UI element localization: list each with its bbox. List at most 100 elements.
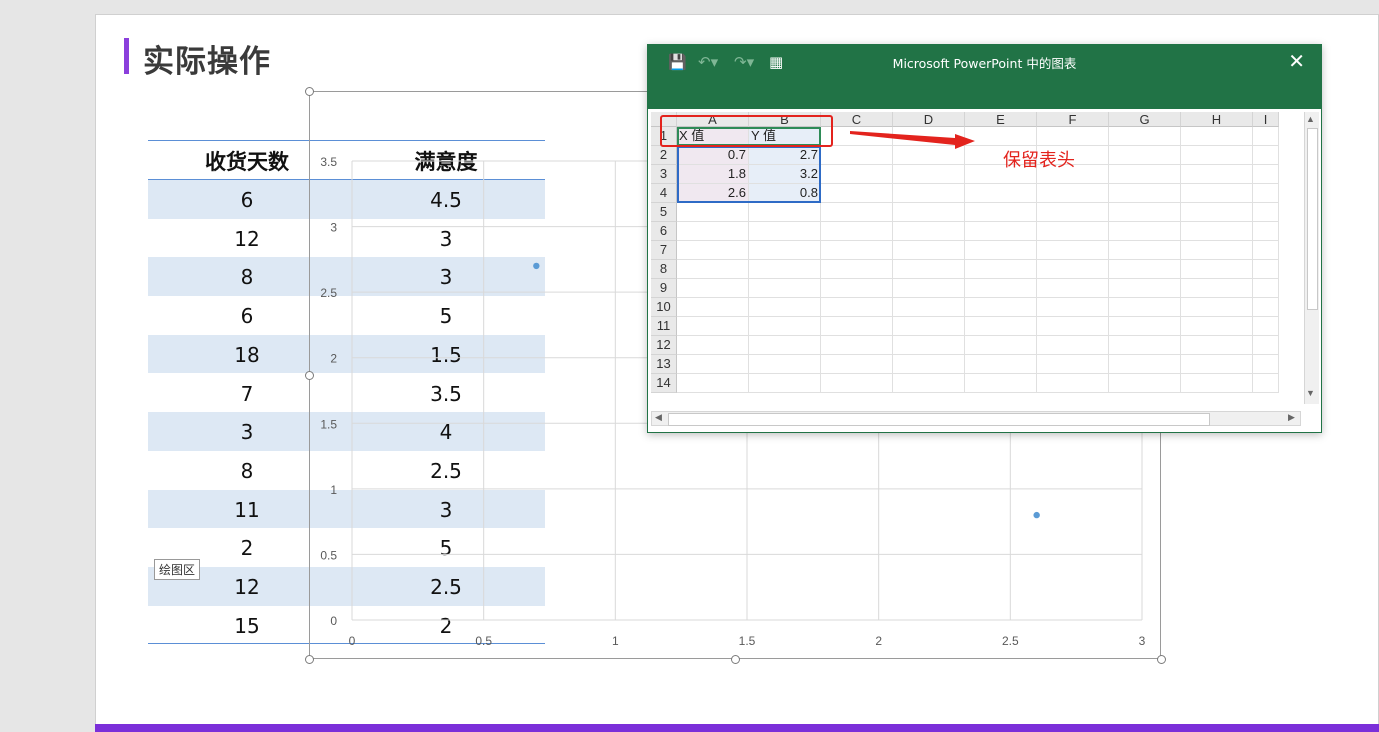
sheet-cell[interactable] — [965, 317, 1037, 336]
sheet-cell[interactable] — [1181, 336, 1253, 355]
column-header[interactable]: D — [893, 112, 965, 127]
vertical-scroll-thumb[interactable] — [1307, 128, 1318, 310]
sheet-cell[interactable] — [965, 355, 1037, 374]
sheet-cell[interactable] — [893, 355, 965, 374]
sheet-cell[interactable] — [893, 279, 965, 298]
sheet-cell[interactable] — [1037, 203, 1109, 222]
sheet-cell[interactable] — [965, 203, 1037, 222]
sheet-cell[interactable] — [893, 127, 965, 146]
row-header[interactable]: 14 — [651, 374, 677, 393]
row-header[interactable]: 7 — [651, 241, 677, 260]
sheet-cell[interactable] — [1253, 184, 1279, 203]
sheet-cell[interactable] — [1181, 127, 1253, 146]
sheet-cell[interactable] — [1037, 336, 1109, 355]
sheet-cell[interactable] — [1253, 127, 1279, 146]
column-header[interactable]: I — [1253, 112, 1279, 127]
resize-handle-middle-left[interactable] — [305, 371, 314, 380]
sheet-cell[interactable] — [1181, 374, 1253, 393]
row-header[interactable]: 6 — [651, 222, 677, 241]
column-header[interactable]: E — [965, 112, 1037, 127]
sheet-cell[interactable]: 2.7 — [749, 146, 821, 165]
sheet-cell[interactable] — [1109, 146, 1181, 165]
sheet-cell[interactable] — [1109, 336, 1181, 355]
sheet-cell[interactable] — [1109, 127, 1181, 146]
sheet-cell[interactable] — [677, 298, 749, 317]
sheet-cell[interactable] — [965, 260, 1037, 279]
sheet-cell[interactable] — [1181, 203, 1253, 222]
sheet-cell[interactable] — [893, 317, 965, 336]
sheet-cell[interactable] — [1253, 279, 1279, 298]
sheet-cell[interactable] — [1109, 184, 1181, 203]
sheet-cell[interactable] — [1109, 355, 1181, 374]
sheet-cell[interactable] — [821, 260, 893, 279]
sheet-cell[interactable] — [749, 374, 821, 393]
sheet-cell[interactable] — [677, 336, 749, 355]
sheet-cell[interactable] — [821, 374, 893, 393]
sheet-cell[interactable] — [1109, 241, 1181, 260]
sheet-cell[interactable] — [821, 165, 893, 184]
sheet-cell[interactable] — [1253, 146, 1279, 165]
sheet-cell[interactable] — [1037, 222, 1109, 241]
sheet-cell[interactable] — [965, 279, 1037, 298]
sheet-cell[interactable] — [821, 279, 893, 298]
sheet-cell[interactable] — [1037, 127, 1109, 146]
sheet-cell[interactable] — [893, 203, 965, 222]
row-header[interactable]: 3 — [651, 165, 677, 184]
sheet-cell[interactable] — [893, 298, 965, 317]
column-header[interactable]: G — [1109, 112, 1181, 127]
sheet-cell[interactable] — [749, 279, 821, 298]
sheet-cell[interactable] — [821, 355, 893, 374]
sheet-cell[interactable] — [1037, 260, 1109, 279]
sheet-cell[interactable] — [893, 222, 965, 241]
row-header[interactable]: 8 — [651, 260, 677, 279]
sheet-cell[interactable] — [1109, 279, 1181, 298]
sheet-cell[interactable] — [965, 222, 1037, 241]
scroll-left-icon[interactable]: ◀ — [655, 412, 662, 423]
resize-handle-top-left[interactable] — [305, 87, 314, 96]
sheet-cell[interactable] — [749, 260, 821, 279]
sheet-cell[interactable] — [965, 374, 1037, 393]
sheet-cell[interactable] — [1253, 298, 1279, 317]
sheet-cell[interactable] — [1109, 260, 1181, 279]
sheet-cell[interactable] — [965, 241, 1037, 260]
scroll-down-icon[interactable]: ▼ — [1306, 388, 1315, 398]
sheet-cell[interactable] — [677, 260, 749, 279]
sheet-cell[interactable] — [1253, 222, 1279, 241]
sheet-cell[interactable] — [749, 241, 821, 260]
resize-handle-bottom-left[interactable] — [305, 655, 314, 664]
sheet-cell[interactable] — [1253, 336, 1279, 355]
sheet-cell[interactable] — [1253, 241, 1279, 260]
close-icon[interactable]: ✕ — [1288, 49, 1305, 74]
sheet-cell[interactable]: 3.2 — [749, 165, 821, 184]
row-header[interactable]: 5 — [651, 203, 677, 222]
row-header[interactable]: 2 — [651, 146, 677, 165]
sheet-cell[interactable] — [1037, 241, 1109, 260]
sheet-cell[interactable] — [749, 355, 821, 374]
sheet-cell[interactable] — [1037, 279, 1109, 298]
sheet-cell[interactable] — [1109, 203, 1181, 222]
sheet-cell[interactable] — [821, 336, 893, 355]
row-header[interactable]: 11 — [651, 317, 677, 336]
sheet-cell[interactable]: 2.6 — [677, 184, 749, 203]
sheet-cell[interactable] — [1109, 222, 1181, 241]
sheet-cell[interactable] — [677, 241, 749, 260]
resize-handle-bottom-middle[interactable] — [731, 655, 740, 664]
sheet-cell[interactable] — [1037, 317, 1109, 336]
sheet-cell[interactable] — [965, 336, 1037, 355]
sheet-cell[interactable] — [677, 203, 749, 222]
sheet-cell[interactable] — [965, 127, 1037, 146]
sheet-cell[interactable] — [1181, 279, 1253, 298]
sheet-cell[interactable]: 0.8 — [749, 184, 821, 203]
sheet-cell[interactable] — [1109, 374, 1181, 393]
sheet-cell[interactable] — [677, 279, 749, 298]
sheet-cell[interactable] — [677, 317, 749, 336]
sheet-cell[interactable] — [1181, 317, 1253, 336]
sheet-cell[interactable] — [1037, 374, 1109, 393]
sheet-cell[interactable] — [893, 146, 965, 165]
sheet-cell[interactable] — [1181, 184, 1253, 203]
sheet-cell[interactable] — [965, 184, 1037, 203]
sheet-cell[interactable]: 0.7 — [677, 146, 749, 165]
sheet-cell[interactable] — [1181, 165, 1253, 184]
sheet-cell[interactable] — [1253, 165, 1279, 184]
column-header[interactable]: F — [1037, 112, 1109, 127]
